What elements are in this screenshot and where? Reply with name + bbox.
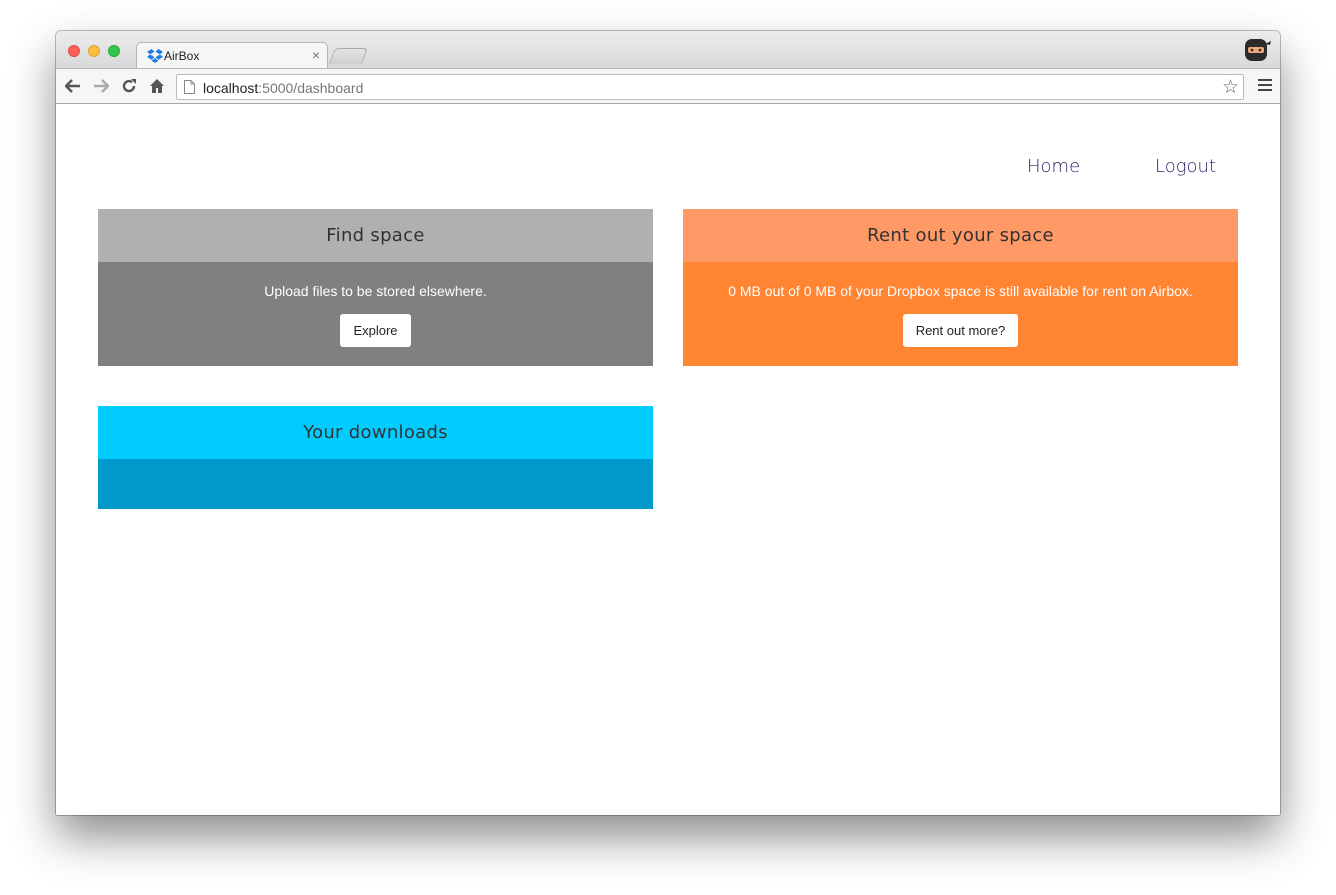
card-body: 0 MB out of 0 MB of your Dropbox space i… [683, 262, 1238, 366]
card-title: Find space [98, 209, 653, 262]
url-host: localhost [203, 80, 259, 96]
home-icon[interactable] [146, 75, 168, 97]
menu-icon[interactable] [1258, 79, 1272, 93]
close-window-button[interactable] [68, 45, 80, 57]
nav-home-link[interactable]: Home [1027, 156, 1080, 177]
url-text: localhost:5000/dashboard [203, 80, 363, 96]
page-viewport: Home Logout Find space Upload files to b… [56, 104, 1280, 815]
tab-close-icon[interactable]: × [312, 47, 320, 63]
back-arrow-icon[interactable] [62, 75, 84, 97]
address-bar[interactable]: localhost:5000/dashboard ☆ [176, 74, 1244, 100]
rent-space-card: Rent out your space 0 MB out of 0 MB of … [683, 209, 1238, 366]
browser-toolbar: localhost:5000/dashboard ☆ [56, 68, 1280, 104]
minimize-window-button[interactable] [88, 45, 100, 57]
tab-title: AirBox [164, 49, 200, 63]
card-body: Upload files to be stored elsewhere. Exp… [98, 262, 653, 366]
bookmark-star-icon[interactable]: ☆ [1222, 76, 1239, 99]
card-title: Rent out your space [683, 209, 1238, 262]
downloads-card: Your downloads [98, 406, 653, 509]
url-path: :5000/dashboard [258, 80, 364, 96]
card-description: 0 MB out of 0 MB of your Dropbox space i… [728, 283, 1193, 299]
dropbox-icon [147, 49, 163, 63]
rent-out-more-button[interactable]: Rent out more? [902, 314, 1019, 347]
nav-logout-link[interactable]: Logout [1155, 156, 1216, 177]
new-tab-button[interactable] [329, 48, 368, 64]
browser-window: AirBox × localhost:5000/dashboard ☆ Home… [56, 31, 1280, 815]
zoom-window-button[interactable] [108, 45, 120, 57]
browser-tab[interactable]: AirBox × [136, 42, 328, 69]
tab-strip: AirBox × [56, 31, 1280, 69]
reload-icon[interactable] [118, 75, 140, 97]
downloads-list [98, 459, 653, 509]
card-description: Upload files to be stored elsewhere. [264, 283, 487, 299]
page-icon [184, 80, 195, 94]
ninja-profile-icon[interactable] [1242, 35, 1272, 65]
explore-button[interactable]: Explore [340, 314, 411, 347]
forward-arrow-icon[interactable] [90, 75, 112, 97]
find-space-card: Find space Upload files to be stored els… [98, 209, 653, 366]
card-title: Your downloads [98, 406, 653, 459]
